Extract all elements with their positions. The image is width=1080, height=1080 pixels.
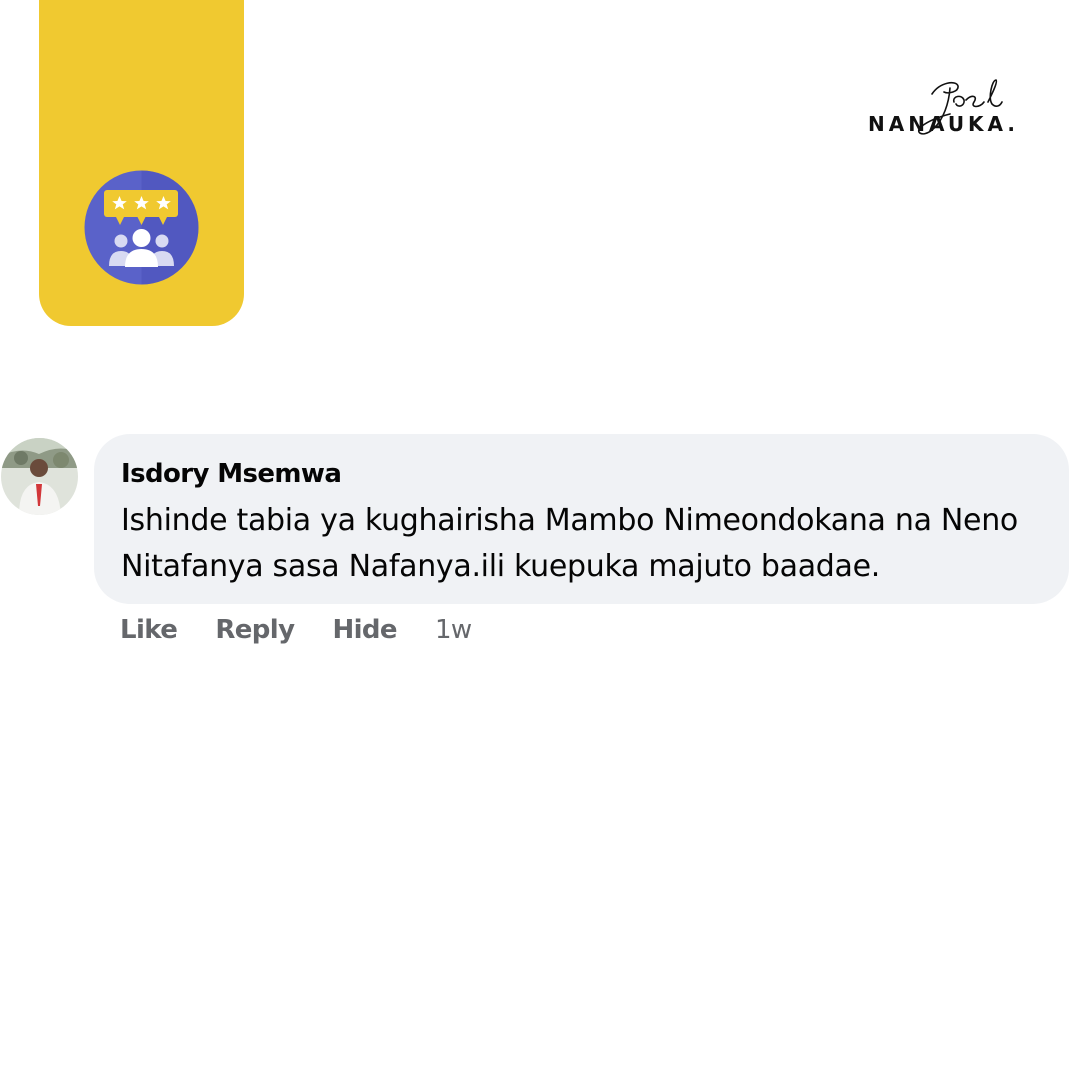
rating-community-icon xyxy=(84,170,199,285)
avatar[interactable] xyxy=(1,438,78,515)
post-graphic: NANAUKA. Isdory Msemwa Ishinde tabia ya … xyxy=(0,0,1080,1080)
comment-text: Ishinde tabia ya kughairisha Mambo Nimeo… xyxy=(121,503,1018,584)
comment-timestamp[interactable]: 1w xyxy=(435,615,472,645)
hide-button[interactable]: Hide xyxy=(332,615,397,645)
like-button[interactable]: Like xyxy=(120,615,178,645)
yellow-tab xyxy=(39,0,244,326)
comment-bubble: Isdory Msemwa Ishinde tabia ya kughairis… xyxy=(94,434,1069,604)
reply-button[interactable]: Reply xyxy=(215,615,295,645)
logo-wordmark: NANAUKA. xyxy=(868,112,1020,136)
nanauka-logo: NANAUKA. xyxy=(862,72,1034,144)
profile-photo xyxy=(1,438,78,515)
comment-actions: Like Reply Hide 1w xyxy=(120,610,472,650)
comment-author[interactable]: Isdory Msemwa xyxy=(121,458,1043,490)
